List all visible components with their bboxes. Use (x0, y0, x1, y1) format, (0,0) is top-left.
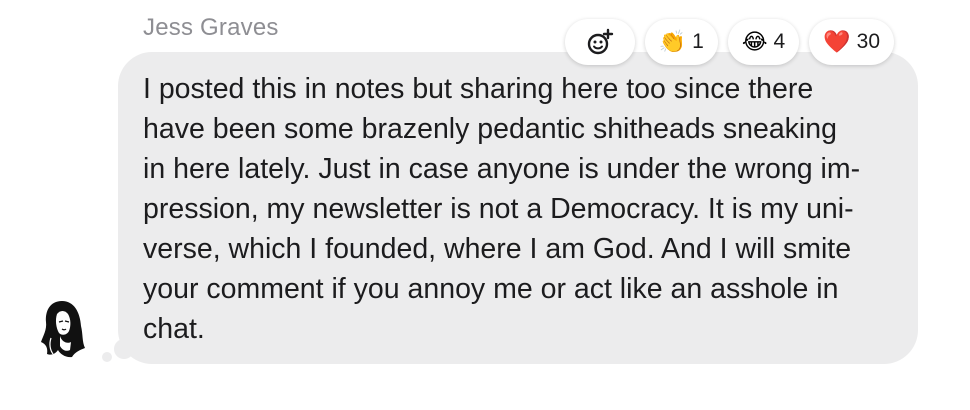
clapping-hands-icon: 👏 (658, 29, 687, 54)
message-line: have been some brazenly pedantic shithea… (143, 113, 837, 145)
bubble-tail-small (102, 352, 112, 362)
reaction-count: 1 (692, 30, 704, 53)
reaction-count: 30 (856, 30, 880, 53)
message-line: in here lately. Just in case anyone is u… (143, 153, 861, 185)
reaction-bar: 👏 1 😂 4 ❤️ 30 (564, 19, 894, 65)
reaction-tears-of-joy[interactable]: 😂 4 (727, 19, 800, 65)
avatar-portrait-icon (41, 301, 85, 358)
message-line: chat. (143, 313, 205, 345)
message-line: verse, which I founded, where I am God. … (143, 233, 852, 265)
message-text: I posted this in notes but sharing here … (143, 69, 903, 349)
add-reaction-icon (587, 28, 613, 55)
reaction-red-heart[interactable]: ❤️ 30 (809, 19, 894, 65)
tears-of-joy-icon: 😂 (741, 29, 768, 54)
message-line: I posted this in notes but sharing here … (143, 73, 814, 105)
reaction-count: 4 (773, 30, 786, 53)
reaction-clapping-hands[interactable]: 👏 1 (644, 19, 718, 65)
add-reaction-button[interactable] (564, 19, 635, 65)
message-line: pression, my newsletter is not a Democra… (143, 193, 854, 225)
author-name: Jess Graves (143, 14, 279, 41)
red-heart-icon: ❤️ (823, 29, 851, 54)
avatar[interactable] (38, 298, 88, 360)
message-line: your comment if you annoy me or act like… (143, 273, 839, 305)
